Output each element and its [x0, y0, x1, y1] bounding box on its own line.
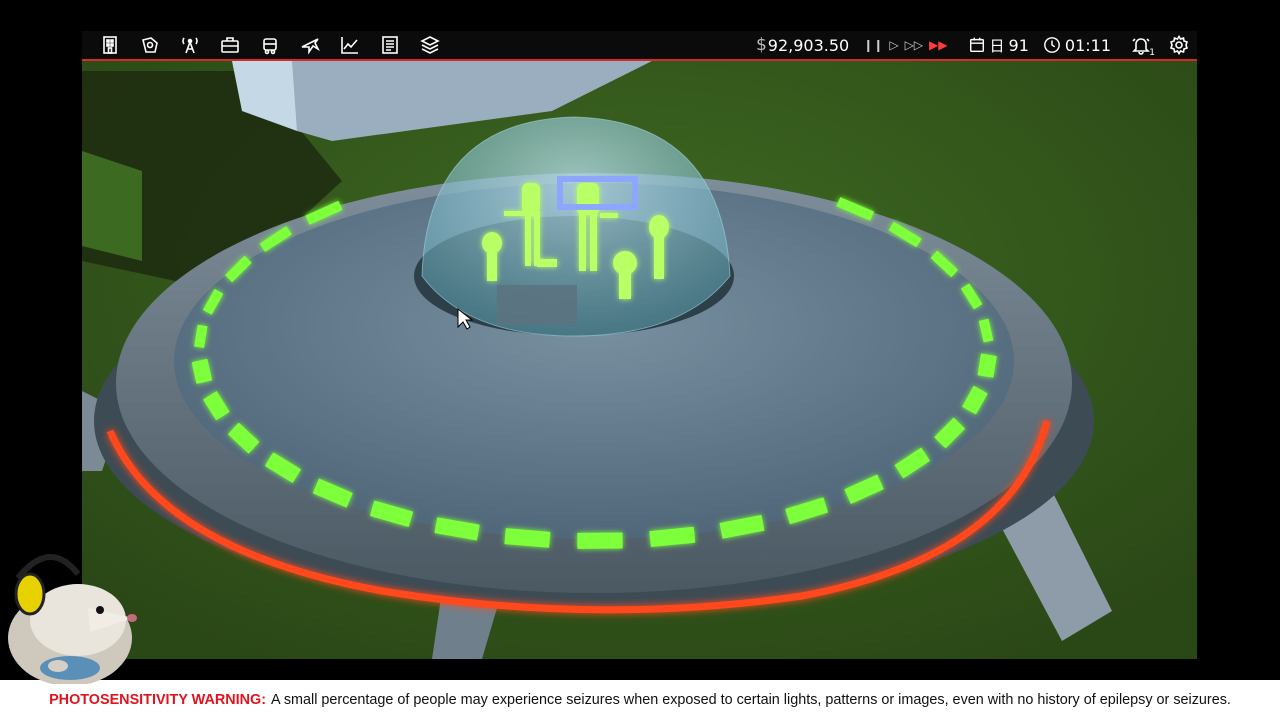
- green-light-segment: [191, 358, 213, 384]
- game-viewport[interactable]: [82, 31, 1197, 659]
- green-light-segment: [194, 324, 208, 348]
- green-light-segment: [203, 391, 230, 421]
- bell-icon: [1132, 38, 1150, 55]
- warning-label: PHOTOSENSITIVITY WARNING:: [49, 692, 267, 708]
- chart-icon: [341, 37, 358, 54]
- flights-tool[interactable]: [290, 31, 330, 59]
- top-hud: $ 92,903.50 ❙❙ ▷ ▷▷ ▶▶ 日 91 01:11 1: [82, 31, 1197, 61]
- pause-button[interactable]: ❙❙: [863, 39, 883, 51]
- play-button[interactable]: ▷: [889, 39, 898, 51]
- day-value: 91: [1008, 35, 1029, 55]
- green-light-segment: [369, 500, 414, 528]
- hedgehog-mascot: [8, 554, 137, 684]
- clock-icon: [1043, 37, 1060, 53]
- transport-tool[interactable]: [250, 31, 290, 59]
- time-value: 01:11: [1064, 35, 1111, 55]
- currency-symbol: $: [755, 35, 767, 55]
- fastest-button[interactable]: ▶▶: [929, 39, 947, 51]
- clock: 01:11: [1043, 36, 1111, 55]
- building-icon: [103, 36, 117, 54]
- green-light-segment: [504, 528, 551, 548]
- book-icon: [382, 36, 398, 54]
- layers-tool[interactable]: [410, 31, 450, 59]
- green-light-segment: [962, 385, 988, 415]
- photosensitivity-warning: PHOTOSENSITIVITY WARNING: A small percen…: [0, 680, 1280, 720]
- layers-icon: [420, 36, 440, 54]
- speed-controls: ❙❙ ▷ ▷▷ ▶▶: [863, 39, 947, 51]
- truck-icon: [263, 38, 277, 55]
- gear-icon: [1169, 35, 1189, 55]
- antenna-icon: [182, 37, 198, 54]
- calendar-icon: [969, 37, 984, 53]
- game-scene[interactable]: [82, 31, 1197, 659]
- day-counter: 日 91: [968, 35, 1029, 56]
- green-light-segment: [719, 514, 765, 539]
- settings-button[interactable]: [1169, 35, 1189, 55]
- fast-forward-button[interactable]: ▷▷: [905, 39, 923, 51]
- green-light-segment: [978, 318, 994, 343]
- toolbar: [90, 31, 450, 59]
- zone-icon: [142, 37, 158, 53]
- zone-tool[interactable]: [130, 31, 170, 59]
- dome-console: [497, 285, 577, 325]
- notification-count: 1: [1149, 48, 1155, 58]
- hud-status: $ 92,903.50 ❙❙ ▷ ▷▷ ▶▶ 日 91 01:11 1: [756, 35, 1197, 58]
- green-light-segment: [785, 497, 829, 525]
- warning-text: A small percentage of people may experie…: [271, 692, 1231, 708]
- money-display: $ 92,903.50: [756, 35, 849, 55]
- journal-tool[interactable]: [370, 31, 410, 59]
- build-tool[interactable]: [90, 31, 130, 59]
- broadcast-tool[interactable]: [170, 31, 210, 59]
- staff-tool[interactable]: [210, 31, 250, 59]
- notifications-button[interactable]: 1: [1131, 35, 1155, 58]
- briefcase-icon: [221, 37, 239, 53]
- green-light-segment: [977, 353, 997, 378]
- stats-tool[interactable]: [330, 31, 370, 59]
- money-value: 92,903.50: [767, 35, 850, 55]
- green-light-segment: [649, 526, 696, 548]
- plane-icon: [301, 38, 320, 55]
- green-light-segment: [434, 517, 480, 541]
